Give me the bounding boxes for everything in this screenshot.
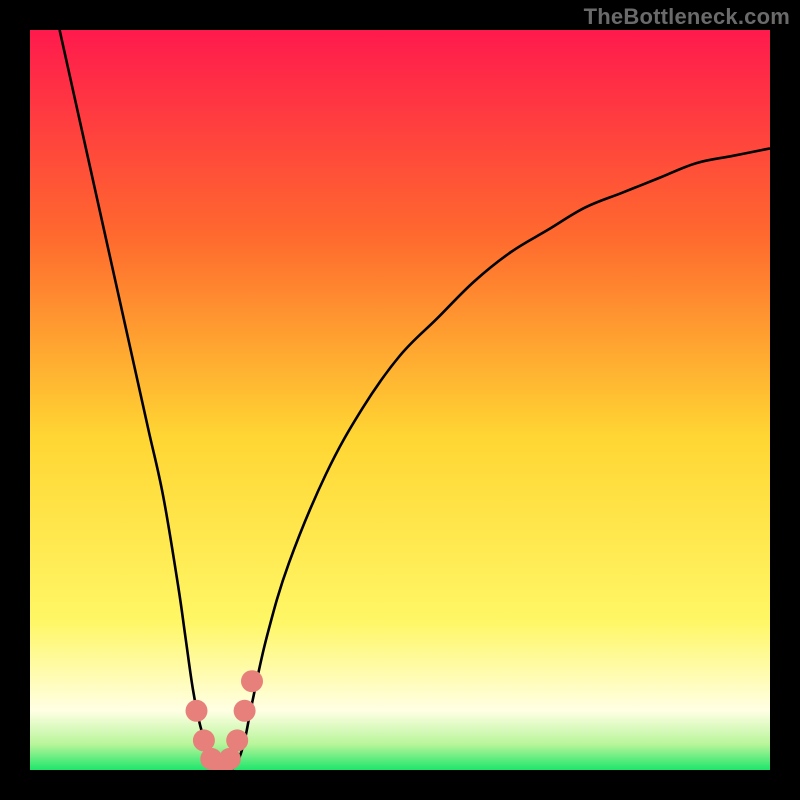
marker-dot (241, 670, 263, 692)
watermark-text: TheBottleneck.com (584, 4, 790, 30)
marker-dot (234, 700, 256, 722)
marker-dot (186, 700, 208, 722)
marker-dot (226, 729, 248, 751)
chart-svg (30, 30, 770, 770)
chart-frame: TheBottleneck.com (0, 0, 800, 800)
plot-area (30, 30, 770, 770)
